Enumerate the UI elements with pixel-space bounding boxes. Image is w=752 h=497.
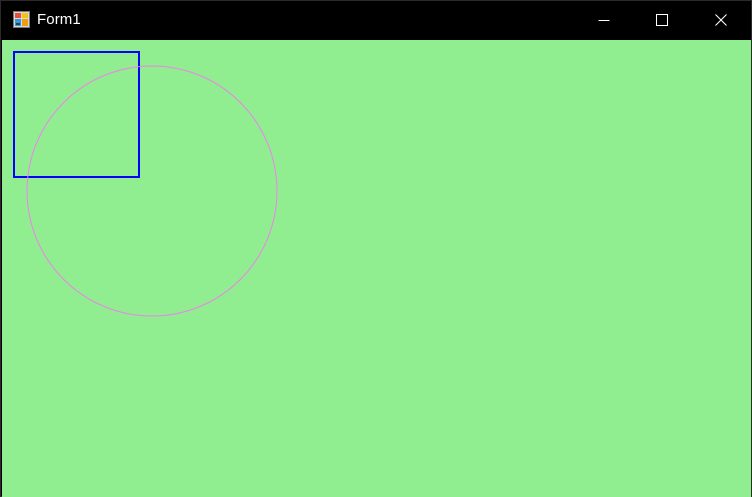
form-window: Form1 bbox=[0, 0, 752, 497]
minimize-icon bbox=[598, 20, 610, 21]
close-button[interactable] bbox=[692, 1, 750, 39]
close-icon bbox=[715, 14, 727, 26]
drawing-canvas bbox=[13, 51, 278, 317]
violet-circle bbox=[26, 65, 278, 317]
maximize-button[interactable] bbox=[633, 1, 691, 39]
blue-square bbox=[13, 51, 140, 178]
maximize-icon bbox=[656, 14, 668, 26]
title-bar[interactable]: Form1 bbox=[1, 1, 751, 39]
window-title: Form1 bbox=[37, 11, 81, 28]
form-client-area[interactable] bbox=[2, 40, 751, 497]
windows-forms-app-icon bbox=[13, 11, 30, 28]
minimize-button[interactable] bbox=[575, 1, 633, 39]
